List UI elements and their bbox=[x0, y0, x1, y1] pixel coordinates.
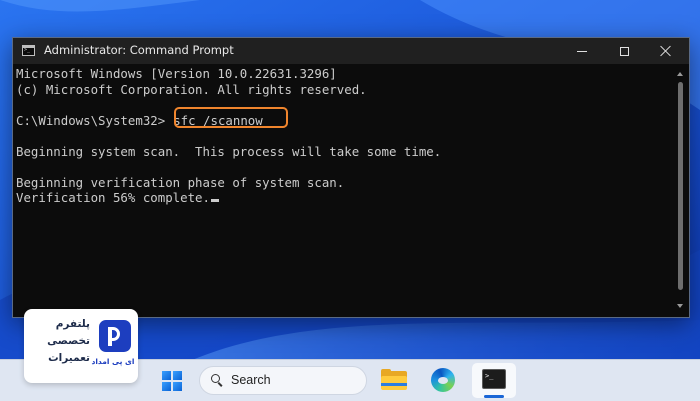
brand-name: ای پی امداد bbox=[91, 357, 135, 366]
brand-logo-card: پلتفرم تخصصی تعمیرات ای پی امداد bbox=[24, 309, 138, 383]
brand-slogan-line-2: تخصصی bbox=[47, 335, 90, 347]
scroll-up-arrow-icon[interactable] bbox=[677, 72, 683, 76]
console-line-scan-start: Beginning system scan. This process will… bbox=[16, 143, 442, 159]
search-label: Search bbox=[231, 373, 271, 387]
minimize-button[interactable] bbox=[561, 38, 603, 64]
verification-progress-text: Verification 56% complete. bbox=[16, 190, 210, 205]
active-app-indicator bbox=[484, 395, 504, 398]
console-line-progress: Verification 56% complete. bbox=[16, 190, 219, 206]
close-icon bbox=[660, 45, 672, 57]
command-highlight-box bbox=[174, 107, 288, 128]
taskbar-search-box[interactable]: Search bbox=[199, 366, 367, 395]
file-explorer-icon[interactable] bbox=[381, 369, 407, 391]
console-line-version: Microsoft Windows [Version 10.0.22631.32… bbox=[16, 66, 337, 81]
command-prompt-taskbar-icon bbox=[482, 369, 506, 389]
brand-slogan-line-3: تعمیرات bbox=[48, 352, 90, 364]
close-button[interactable] bbox=[645, 38, 687, 64]
command-prompt-path: C:\Windows\System32> bbox=[16, 112, 166, 128]
command-prompt-window[interactable]: Administrator: Command Prompt Microsoft … bbox=[12, 37, 690, 318]
console-output[interactable]: Microsoft Windows [Version 10.0.22631.32… bbox=[16, 66, 666, 314]
brand-logo-icon bbox=[99, 320, 131, 352]
command-prompt-taskbar-button[interactable] bbox=[472, 363, 516, 398]
search-icon bbox=[211, 374, 221, 384]
scrollbar-thumb[interactable] bbox=[678, 82, 683, 290]
windows-start-icon[interactable] bbox=[162, 371, 182, 391]
brand-slogan: پلتفرم تخصصی تعمیرات bbox=[30, 316, 90, 367]
console-line-verification-phase: Beginning verification phase of system s… bbox=[16, 174, 345, 190]
console-line-copyright: (c) Microsoft Corporation. All rights re… bbox=[16, 81, 367, 97]
brand-slogan-line-1: پلتفرم bbox=[55, 318, 90, 330]
minimize-icon bbox=[577, 50, 587, 52]
command-prompt-icon bbox=[22, 45, 35, 56]
edge-browser-icon[interactable] bbox=[431, 368, 455, 392]
vertical-scrollbar[interactable] bbox=[677, 70, 683, 310]
title-bar[interactable]: Administrator: Command Prompt bbox=[13, 38, 689, 64]
text-cursor bbox=[210, 199, 219, 202]
window-title: Administrator: Command Prompt bbox=[44, 43, 234, 57]
maximize-icon bbox=[619, 46, 629, 56]
maximize-button[interactable] bbox=[603, 38, 645, 64]
scroll-down-arrow-icon[interactable] bbox=[677, 304, 683, 308]
